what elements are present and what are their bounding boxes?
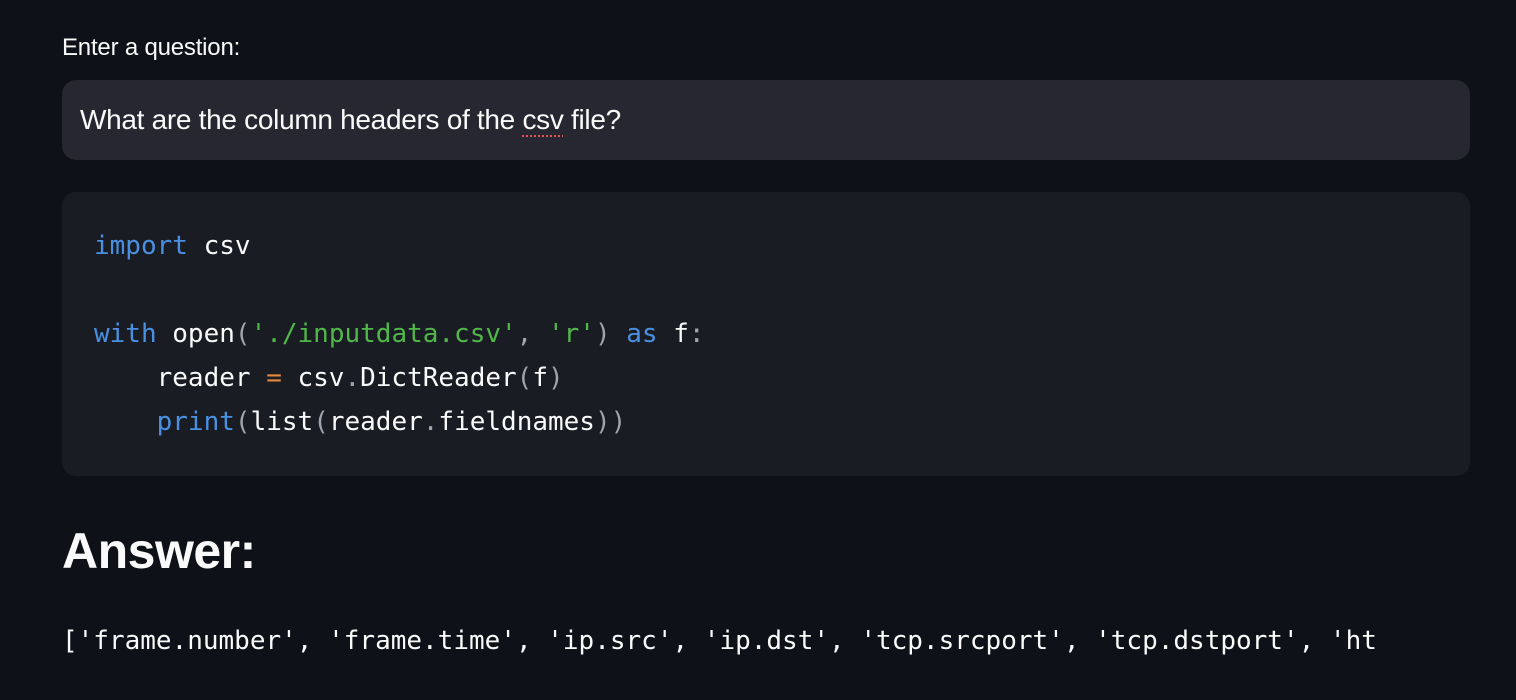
- code-line-5: print(list(reader.fieldnames)): [156, 407, 627, 437]
- code-line-1: import csv: [94, 231, 251, 261]
- code-content: import csv with open('./inputdata.csv', …: [94, 224, 705, 444]
- code-line-4: reader = csv.DictReader(f): [94, 363, 564, 393]
- question-label: Enter a question:: [62, 34, 241, 61]
- question-input[interactable]: [62, 80, 1470, 160]
- code-line-3: with open('./inputdata.csv', 'r') as f:: [94, 319, 705, 349]
- code-token: import: [94, 231, 188, 261]
- answer-output: ['frame.number', 'frame.time', 'ip.src',…: [62, 626, 1377, 656]
- answer-heading: Answer:: [62, 523, 256, 579]
